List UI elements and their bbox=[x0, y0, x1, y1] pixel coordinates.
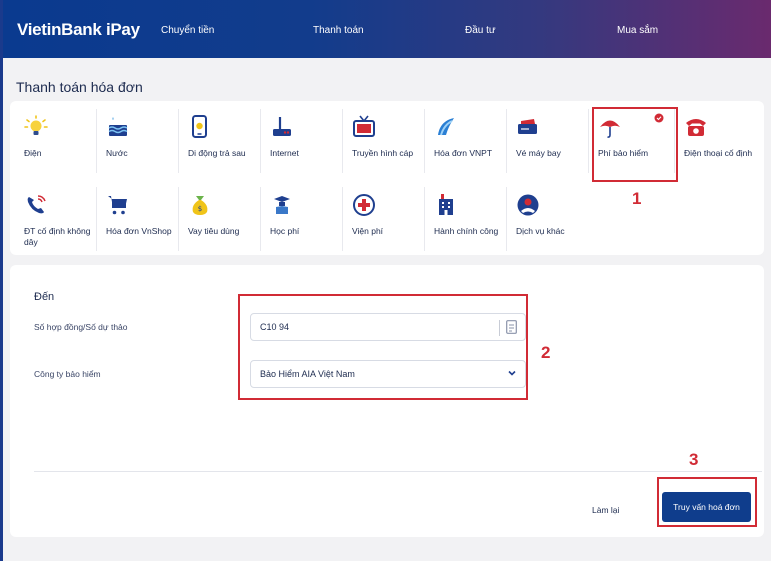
tv-icon bbox=[353, 115, 375, 137]
service-label: Điện bbox=[24, 148, 42, 158]
service-hoc-phi[interactable]: Học phí bbox=[258, 183, 340, 255]
divider bbox=[506, 109, 507, 173]
graduation-icon bbox=[274, 196, 290, 214]
divider bbox=[342, 109, 343, 173]
top-nav-bar: VietinBank iPay Chuyển tiền Thanh toán Đ… bbox=[3, 0, 771, 58]
vnpt-logo-icon bbox=[438, 118, 454, 136]
service-label: Hóa đơn VnShop bbox=[106, 226, 172, 236]
nav-mua-sam[interactable]: Mua sắm bbox=[617, 25, 658, 36]
divider bbox=[342, 187, 343, 251]
form-divider bbox=[34, 471, 762, 472]
reset-button[interactable]: Làm lại bbox=[592, 505, 619, 515]
plane-ticket-icon bbox=[518, 119, 537, 134]
service-label: Học phí bbox=[270, 226, 300, 236]
money-bag-icon: $ bbox=[192, 196, 208, 215]
service-label: ĐT cố định không dây bbox=[24, 226, 91, 247]
service-label: Điện thoại cố định bbox=[684, 148, 753, 158]
lightbulb-icon bbox=[24, 115, 48, 135]
highlight-box-1 bbox=[592, 107, 678, 182]
service-label: Vay tiêu dùng bbox=[188, 226, 240, 236]
nav-chuyen-tien[interactable]: Chuyển tiền bbox=[161, 25, 214, 36]
cart-icon bbox=[108, 196, 127, 215]
divider bbox=[506, 187, 507, 251]
service-label: Hóa đơn VNPT bbox=[434, 148, 493, 158]
router-icon bbox=[273, 117, 291, 136]
service-ve-may-bay[interactable]: Vé máy bay bbox=[504, 105, 586, 177]
service-label: Truyền hình cáp bbox=[352, 148, 414, 158]
service-dich-vu-khac[interactable]: Dịch vụ khác bbox=[504, 183, 586, 255]
divider bbox=[178, 187, 179, 251]
divider bbox=[260, 187, 261, 251]
service-hoa-don-vnpt[interactable]: Hóa đơn VNPT bbox=[422, 105, 504, 177]
service-label: Nước bbox=[106, 148, 128, 158]
divider bbox=[424, 187, 425, 251]
step-number-1: 1 bbox=[632, 189, 642, 208]
service-internet[interactable]: Internet bbox=[258, 105, 340, 177]
divider bbox=[96, 109, 97, 173]
service-label: Dịch vụ khác bbox=[516, 226, 565, 236]
insurance-company-label: Công ty bảo hiểm bbox=[34, 369, 101, 379]
page-title: Thanh toán hóa đơn bbox=[16, 79, 143, 95]
mobile-phone-icon bbox=[192, 115, 207, 138]
service-hanh-chinh-cong[interactable]: Hành chính công bbox=[422, 183, 504, 255]
wireless-phone-icon bbox=[27, 195, 46, 214]
person-circle-icon bbox=[517, 194, 539, 216]
landline-phone-icon bbox=[686, 119, 706, 136]
water-icon bbox=[108, 117, 128, 136]
service-dt-co-dinh-khong-day[interactable]: ĐT cố định không dây bbox=[12, 183, 94, 255]
divider bbox=[96, 187, 97, 251]
service-label: Viện phí bbox=[352, 226, 384, 236]
highlight-box-3 bbox=[657, 477, 757, 527]
service-label: Hành chính công bbox=[434, 226, 499, 236]
vietinbank-ipay-logo[interactable]: VietinBank iPay bbox=[17, 20, 140, 40]
service-label: Di động trả sau bbox=[188, 148, 246, 158]
service-truyen-hinh-cap[interactable]: Truyền hình cáp bbox=[340, 105, 422, 177]
form-title: Đến bbox=[34, 291, 55, 303]
step-number-3: 3 bbox=[689, 450, 699, 469]
hospital-cross-icon bbox=[353, 194, 375, 216]
service-nuoc[interactable]: Nước bbox=[94, 105, 176, 177]
service-di-dong-tra-sau[interactable]: Di động trả sau bbox=[176, 105, 258, 177]
highlight-box-2 bbox=[238, 294, 528, 400]
step-number-2: 2 bbox=[541, 343, 551, 362]
contract-number-label: Số hợp đồng/Số dự thảo bbox=[34, 322, 128, 332]
window-edge bbox=[0, 0, 3, 561]
nav-thanh-toan[interactable]: Thanh toán bbox=[313, 25, 364, 36]
service-dien[interactable]: Điện bbox=[12, 105, 94, 177]
service-hoa-don-vnshop[interactable]: Hóa đơn VnShop bbox=[94, 183, 176, 255]
service-label: Internet bbox=[270, 148, 299, 158]
divider bbox=[178, 109, 179, 173]
building-icon bbox=[439, 194, 453, 215]
divider bbox=[588, 109, 589, 173]
service-label: Vé máy bay bbox=[516, 148, 561, 158]
service-vien-phi[interactable]: Viện phí bbox=[340, 183, 422, 255]
divider bbox=[424, 109, 425, 173]
nav-dau-tu[interactable]: Đầu tư bbox=[465, 25, 496, 36]
divider bbox=[260, 109, 261, 173]
service-dien-thoai-co-dinh[interactable]: Điện thoại cố định bbox=[672, 105, 760, 177]
service-vay-tieu-dung[interactable]: $ Vay tiêu dùng bbox=[176, 183, 258, 255]
svg-text:$: $ bbox=[198, 205, 202, 213]
